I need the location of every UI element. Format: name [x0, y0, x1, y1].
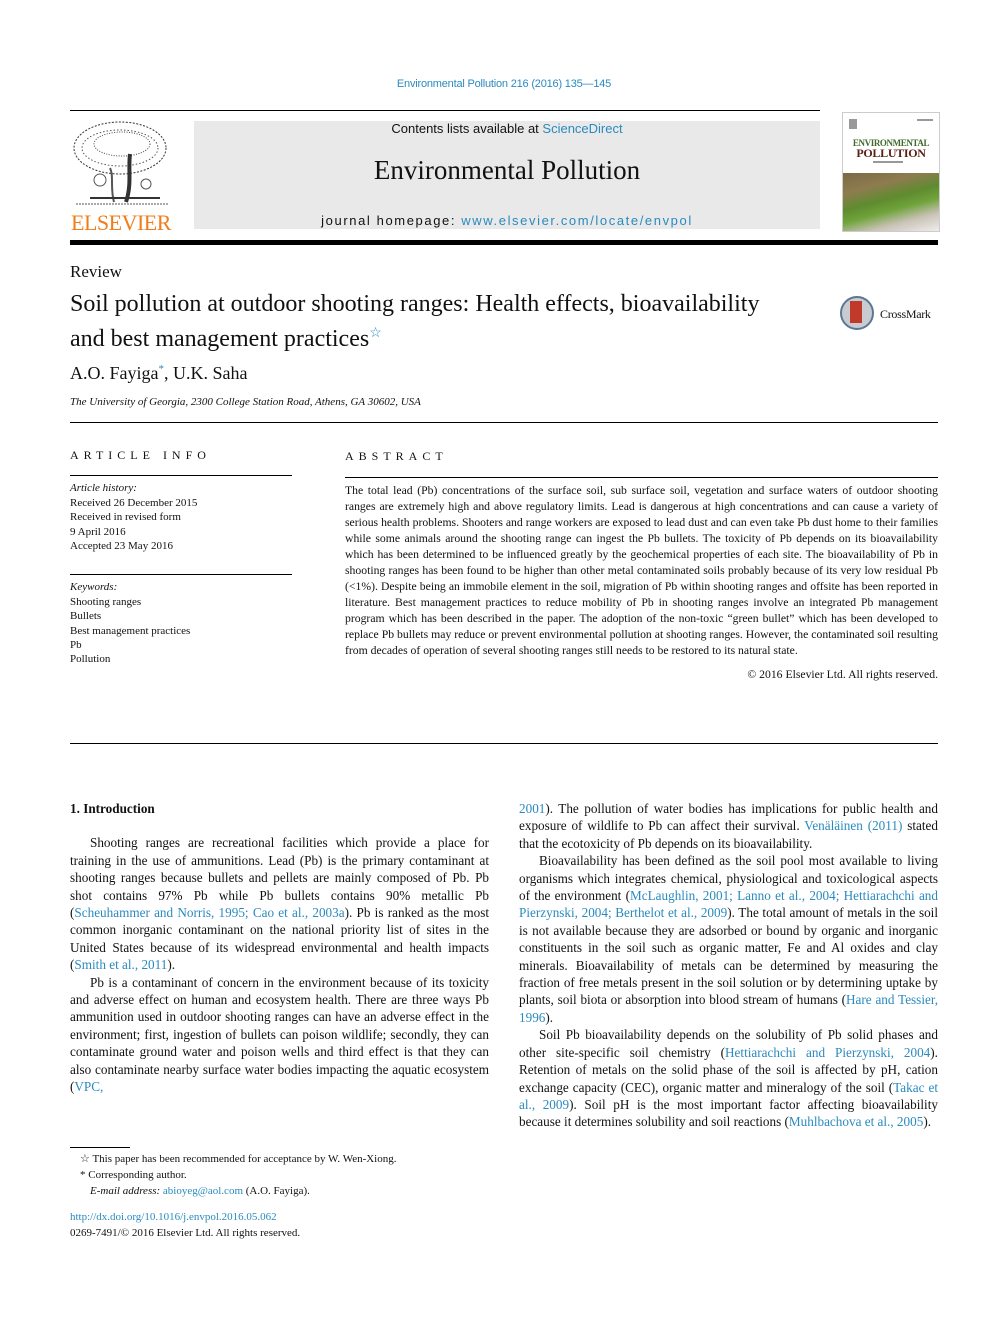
article-title: Soil pollution at outdoor shooting range…: [70, 290, 790, 354]
contents-line: Contents lists available at ScienceDirec…: [194, 121, 820, 136]
paragraph: Soil Pb bioavailability depends on the s…: [519, 1026, 938, 1130]
paragraph: Bioavailability has been defined as the …: [519, 852, 938, 1026]
footnote-email: E-mail address: abioyeg@aol.com (A.O. Fa…: [70, 1183, 490, 1199]
history-item: Received in revised form: [70, 511, 181, 524]
abstract-heading: ABSTRACT: [345, 449, 448, 463]
citation-link[interactable]: Venäläinen (2011): [804, 818, 902, 833]
abstract-copyright: © 2016 Elsevier Ltd. All rights reserved…: [747, 668, 938, 681]
citation-link[interactable]: 2001: [519, 801, 545, 816]
citation-link[interactable]: VPC,: [74, 1079, 103, 1094]
email-label: E-mail address:: [90, 1185, 161, 1197]
divider: [70, 574, 292, 576]
journal-title: Environmental Pollution: [373, 155, 641, 185]
text-run: Pb is a contaminant of concern in the en…: [70, 974, 489, 1095]
journal-citation[interactable]: Environmental Pollution 216 (2016) 135—1…: [0, 78, 992, 90]
doi-link[interactable]: http://dx.doi.org/10.1016/j.envpol.2016.…: [70, 1209, 300, 1225]
footnotes: ☆ This paper has been recommended for ac…: [70, 1151, 490, 1199]
citation-link[interactable]: Muhlbachova et al., 2005: [789, 1114, 923, 1129]
author-name[interactable]: U.K. Saha: [173, 363, 248, 383]
keyword-item: Pollution: [70, 653, 111, 666]
article-title-text: Soil pollution at outdoor shooting range…: [70, 291, 760, 352]
divider: [345, 477, 938, 478]
homepage-prefix: journal homepage:: [321, 213, 462, 228]
abstract-rule: [70, 743, 938, 744]
title-footnote-mark[interactable]: ☆: [369, 326, 382, 341]
header-rule-thick: [70, 240, 938, 245]
history-item: Accepted 23 May 2016: [70, 540, 173, 553]
keywords-label: Keywords:: [70, 581, 118, 594]
sciencedirect-link[interactable]: ScienceDirect: [542, 121, 622, 136]
paragraph: Shooting ranges are recreational facilit…: [70, 834, 489, 973]
cover-subtext-mark: [873, 161, 903, 163]
paragraph: Pb is a contaminant of concern in the en…: [70, 974, 489, 1096]
crossmark-label: CrossMark: [880, 307, 931, 321]
text-run: ).: [167, 957, 176, 973]
abstract-text: The total lead (Pb) concentrations of th…: [345, 484, 938, 657]
footnote-corresponding: * Corresponding author.: [70, 1167, 490, 1183]
text-run: ).: [923, 1114, 932, 1130]
keyword-item: Best management practices: [70, 624, 191, 637]
footnote-mark: ☆: [80, 1153, 90, 1165]
affiliation: The University of Georgia, 2300 College …: [70, 396, 421, 408]
title-block-rule: [70, 422, 938, 423]
header-rule-top: [70, 110, 820, 111]
author-separator: ,: [164, 363, 173, 383]
citation-link[interactable]: Smith et al., 2011: [74, 957, 167, 972]
elsevier-tree-icon: [73, 121, 168, 205]
author-name[interactable]: A.O. Fayiga: [70, 363, 159, 383]
homepage-line: journal homepage: www.elsevier.com/locat…: [194, 213, 820, 228]
section-title: 1. Introduction: [70, 801, 155, 816]
cover-image: [843, 173, 939, 231]
contents-prefix: Contents lists available at: [391, 121, 543, 136]
footnote-text: This paper has been recommended for acce…: [92, 1153, 397, 1165]
article-type: Review: [70, 262, 122, 281]
crossmark-ribbon-icon: [850, 301, 862, 323]
cover-logo-icon: [849, 119, 857, 129]
doi-block: http://dx.doi.org/10.1016/j.envpol.2016.…: [70, 1209, 300, 1241]
journal-banner: Contents lists available at ScienceDirec…: [194, 121, 820, 229]
history-label: Article history:: [70, 482, 137, 495]
footnote-rule: [70, 1147, 130, 1148]
journal-cover-thumbnail[interactable]: ENVIRONMENTAL POLLUTION: [842, 112, 940, 232]
abstract: ABSTRACT The total lead (Pb) concentrati…: [345, 448, 938, 683]
homepage-link[interactable]: www.elsevier.com/locate/envpol: [461, 213, 693, 228]
body-column-left: 1. Introduction Shooting ranges are recr…: [70, 800, 489, 1096]
cover-issn-mark: [917, 119, 933, 121]
keyword-item: Bullets: [70, 610, 102, 623]
article-info: ARTICLE INFO Article history: Received 2…: [70, 448, 292, 667]
citation-link[interactable]: Hettiarachchi and Pierzynski, 2004: [725, 1045, 930, 1060]
email-link[interactable]: abioyeg@aol.com: [163, 1185, 243, 1197]
text-run: ).: [545, 1009, 554, 1025]
divider: [70, 475, 292, 477]
history-item: Received 26 December 2015: [70, 496, 198, 509]
crossmark-badge[interactable]: CrossMark: [840, 296, 940, 336]
author-list: A.O. Fayiga*, U.K. Saha: [70, 363, 248, 384]
keyword-item: Pb: [70, 639, 82, 652]
issn-copyright: 0269-7491/© 2016 Elsevier Ltd. All right…: [70, 1227, 301, 1239]
footnote-recommendation: ☆ This paper has been recommended for ac…: [70, 1151, 490, 1167]
footnote-mark: *: [80, 1169, 86, 1181]
footnote-text: Corresponding author.: [88, 1169, 187, 1181]
cover-title-line2: POLLUTION: [856, 146, 926, 160]
email-owner: (A.O. Fayiga).: [243, 1185, 310, 1197]
body-column-right: 2001). The pollution of water bodies has…: [519, 800, 938, 1131]
keyword-item: Shooting ranges: [70, 595, 142, 608]
citation-link[interactable]: Scheuhammer and Norris, 1995; Cao et al.…: [74, 905, 344, 920]
paragraph-continued: 2001). The pollution of water bodies has…: [519, 800, 938, 852]
history-item: 9 April 2016: [70, 525, 126, 538]
elsevier-wordmark: ELSEVIER: [71, 210, 171, 235]
elsevier-logo[interactable]: ELSEVIER: [70, 118, 172, 236]
article-info-heading: ARTICLE INFO: [70, 448, 211, 462]
